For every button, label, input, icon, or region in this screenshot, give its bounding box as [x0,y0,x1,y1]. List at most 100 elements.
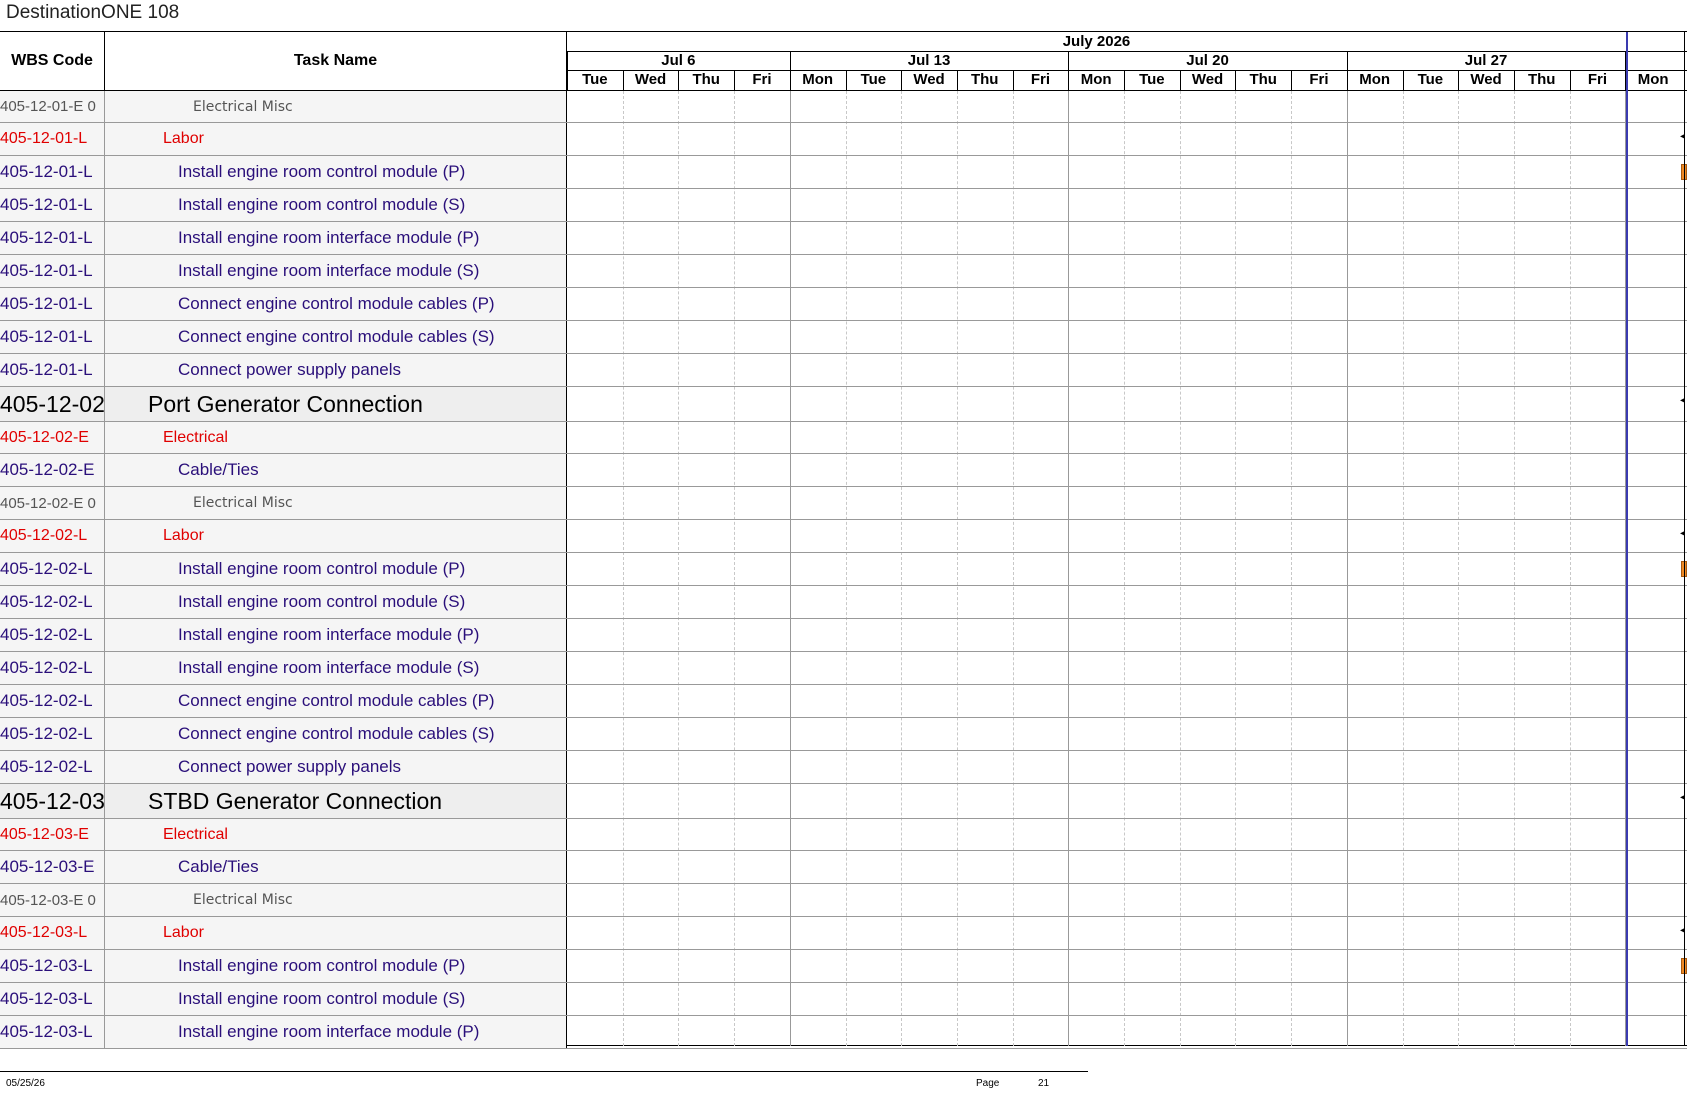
timeline-day: Wed [634,71,667,88]
task-name-cell: Cable/Ties [105,454,567,486]
footer-page-label: Page [976,1078,1000,1089]
task-row[interactable]: 405-12-01-L Connect power supply panels [0,354,1687,387]
task-row[interactable]: 405-12-01-L Install engine room interface… [0,222,1687,255]
wbs-code-cell: 405-12-01-L [0,354,105,386]
task-row[interactable]: 405-12-02-E 0 Electrical Misc [0,487,1687,520]
wbs-code-cell: 405-12-02-L [0,619,105,651]
task-row[interactable]: 405-12-02-E Electrical [0,422,1687,454]
task-name-cell: Install engine room interface module (P) [105,619,567,651]
task-name-cell: Electrical [105,819,567,850]
task-name-cell: Install engine room control module (P) [105,553,567,585]
footer-date: 05/25/26 [6,1078,45,1089]
timeline-day: Mon [1359,71,1391,88]
timeline-day: Fri [1030,71,1051,88]
task-row[interactable]: 405-12-02-L Labor [0,520,1687,553]
day-separator [789,70,791,90]
timeline-day: Thu [970,71,999,88]
task-row[interactable]: 405-12-02 Port Generator Connection [0,387,1687,422]
task-name-cell: Connect engine control module cables (S) [105,718,567,750]
task-row[interactable]: 405-12-02-L Connect engine control module… [0,685,1687,718]
wbs-code-cell: 405-12-02-L [0,520,105,552]
task-name-cell: Install engine room interface module (S) [105,652,567,684]
task-row[interactable]: 405-12-03-E Electrical [0,819,1687,851]
wbs-code-cell: 405-12-03-L [0,983,105,1015]
task-row[interactable]: 405-12-03-L Labor [0,917,1687,950]
day-separator [1291,70,1293,90]
task-row[interactable]: 405-12-02-L Install engine room control m… [0,553,1687,586]
day-separator [845,70,847,90]
task-name-cell: Install engine room control module (S) [105,983,567,1015]
task-row[interactable]: 405-12-02-E Cable/Ties [0,454,1687,487]
task-name-cell: Connect power supply panels [105,751,567,783]
task-name-cell: Labor [105,917,567,949]
wbs-code-cell: 405-12-02-L [0,718,105,750]
wbs-code-cell: 405-12-03-L [0,1016,105,1048]
task-row[interactable]: 405-12-01-L Connect engine control module… [0,321,1687,354]
task-row[interactable]: 405-12-01-L Install engine room interface… [0,255,1687,288]
wbs-code-cell: 405-12-01-L [0,156,105,188]
task-name-cell: Connect engine control module cables (P) [105,288,567,320]
timeline-day: Tue [860,71,887,88]
task-row[interactable]: 405-12-03-E 0 Electrical Misc [0,884,1687,917]
task-row[interactable]: 405-12-02-L Install engine room interface… [0,652,1687,685]
task-row[interactable]: 405-12-03-L Install engine room interface… [0,1016,1687,1049]
task-row[interactable]: 405-12-01-L Connect engine control module… [0,288,1687,321]
timeline-day: Wed [1470,71,1502,88]
wbs-code-cell: 405-12-03-E 0 [0,884,105,916]
wbs-code-cell: 405-12-02-L [0,685,105,717]
timeline-day: Mon [802,71,834,88]
timeline-day: Thu [1249,71,1277,88]
task-name-cell: Install engine room control module (P) [105,950,567,982]
task-row[interactable]: 405-12-03 STBD Generator Connection [0,784,1687,819]
footer-divider [0,1071,1088,1072]
task-name-cell: Install engine room control module (S) [105,189,567,221]
task-row[interactable]: 405-12-02-L Connect power supply panels [0,751,1687,784]
day-separator [1346,70,1348,90]
timeline-day: Tue [1417,71,1444,88]
wbs-code-cell: 405-12-01-L [0,123,105,155]
task-name-cell: Connect power supply panels [105,354,567,386]
timeline-day: Thu [1527,71,1556,88]
task-row[interactable]: 405-12-02-L Install engine room control m… [0,586,1687,619]
task-row[interactable]: 405-12-03-L Install engine room control m… [0,950,1687,983]
timeline-day: Wed [1191,71,1224,88]
task-row[interactable]: 405-12-01-L Install engine room control m… [0,156,1687,189]
day-separator [1235,70,1237,90]
wbs-code-cell: 405-12-01-L [0,288,105,320]
day-separator [1179,70,1181,90]
day-separator [734,70,736,90]
timeline-day: Tue [1139,71,1165,88]
wbs-code-cell: 405-12-02-L [0,751,105,783]
task-name-cell: Electrical [105,422,567,453]
task-name-cell: Install engine room control module (P) [105,156,567,188]
task-row[interactable]: 405-12-01-E 0 Electrical Misc [0,91,1687,123]
task-name-cell: Electrical Misc [105,884,567,916]
wbs-column-header[interactable]: WBS Code [0,32,105,90]
task-row[interactable]: 405-12-03-L Install engine room control m… [0,983,1687,1016]
wbs-code-cell: 405-12-03-L [0,917,105,949]
task-row[interactable]: 405-12-02-L Install engine room interface… [0,619,1687,652]
timeline-day: Fri [1309,71,1329,88]
task-name-column-header[interactable]: Task Name [105,32,567,90]
task-row[interactable]: 405-12-01-L Install engine room control m… [0,189,1687,222]
timeline-day: Tue [582,71,608,88]
task-name-cell: Install engine room control module (S) [105,586,567,618]
wbs-code-cell: 405-12-01-E 0 [0,91,105,122]
day-separator [1012,70,1014,90]
task-row[interactable]: 405-12-01-L Labor [0,123,1687,156]
task-name-cell: Labor [105,520,567,552]
timeline-week: Jul 13 [907,52,951,69]
task-row[interactable]: 405-12-02-L Connect engine control module… [0,718,1687,751]
timeline-day: Fri [752,71,772,88]
day-separator [1402,70,1404,90]
today-line [1626,32,1628,1046]
day-separator [622,70,624,90]
timeline-day: Thu [692,71,720,88]
day-separator [1458,70,1460,90]
wbs-code-cell: 405-12-03-E [0,851,105,883]
gantt-sheet: WBS Code Task Name July 2026 Jul 6 Jul 13 J… [0,31,1687,1049]
grid-right-edge [1684,32,1685,1046]
task-row[interactable]: 405-12-03-E Cable/Ties [0,851,1687,884]
wbs-code-cell: 405-12-03 [0,784,105,818]
task-name-cell: Cable/Ties [105,851,567,883]
